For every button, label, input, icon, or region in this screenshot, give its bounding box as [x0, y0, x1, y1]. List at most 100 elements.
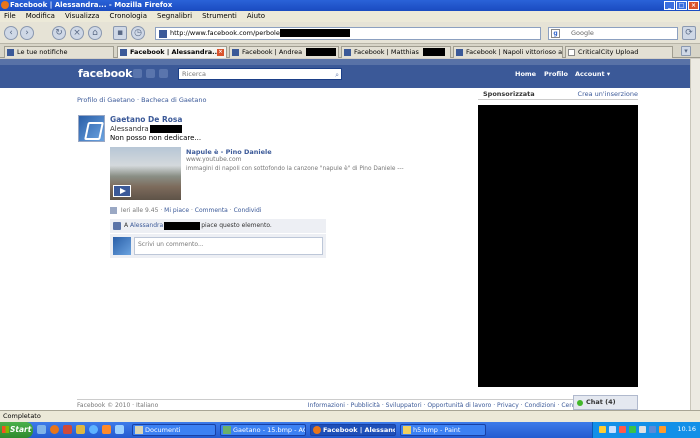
tray-icon[interactable]	[629, 426, 636, 433]
video-thumbnail[interactable]	[110, 147, 181, 200]
folder-icon	[135, 426, 143, 434]
tab-matthias[interactable]: Facebook | Matthias	[341, 46, 451, 58]
menu-segnalibri[interactable]: Segnalibri	[157, 11, 192, 22]
post-message: Non posso non dedicare...	[110, 134, 202, 142]
all-tabs-icon[interactable]: ▾	[681, 46, 691, 56]
bookmark-icon[interactable]: ▪	[113, 26, 127, 40]
footer-copyright[interactable]: Facebook © 2010 · Italiano	[77, 402, 158, 409]
comment-link[interactable]: Commenta	[195, 207, 228, 214]
quicklaunch-media-icon[interactable]	[115, 425, 124, 434]
video-source[interactable]: www.youtube.com	[186, 156, 241, 163]
nav-account[interactable]: Account ▾	[575, 70, 610, 78]
windows-taskbar: Start Documenti Gaetano - 15.bmp - ACD..…	[0, 422, 700, 438]
author-avatar[interactable]	[78, 115, 105, 142]
tray-icon[interactable]	[609, 426, 616, 433]
windows-logo-icon	[2, 426, 9, 433]
maximize-button[interactable]: □	[676, 1, 687, 10]
tab-notifications[interactable]: Le tue notifiche	[4, 46, 114, 58]
tab-alessandra[interactable]: Facebook | Alessandra... ×	[117, 46, 227, 58]
close-tab-icon[interactable]: ×	[217, 49, 224, 56]
tab-napoli[interactable]: Facebook | Napoli vittorioso a...	[453, 46, 563, 58]
addon-icon[interactable]: ⟳	[682, 26, 696, 40]
nav-profile[interactable]: Profilo	[544, 70, 568, 78]
comment-placeholder: Scrivi un commento...	[138, 241, 204, 248]
liker-name[interactable]: Alessandra	[130, 222, 163, 229]
post-author[interactable]: Gaetano De Rosa	[110, 115, 182, 124]
comment-row: Scrivi un commento...	[110, 234, 326, 258]
video-title[interactable]: Napule è - Pino Daniele	[186, 148, 272, 156]
post-target: Alessandra	[110, 125, 182, 133]
nav-home[interactable]: Home	[515, 70, 536, 78]
quicklaunch-app-icon[interactable]	[63, 425, 72, 434]
target-name[interactable]: Alessandra	[110, 125, 149, 133]
post-meta: Ieri alle 9.45 · Mi piace · Commenta · C…	[110, 207, 261, 214]
url-bar[interactable]: http://www.facebook.com/perbole	[155, 27, 541, 40]
tray-icon[interactable]	[599, 426, 606, 433]
task-paint[interactable]: h5.bmp - Paint	[400, 424, 486, 436]
quicklaunch-firefox-icon[interactable]	[50, 425, 59, 434]
share-link[interactable]: Condividi	[234, 207, 262, 214]
friend-requests-icon[interactable]	[133, 69, 142, 78]
start-button[interactable]: Start	[0, 422, 33, 438]
network-icon[interactable]	[649, 426, 656, 433]
sponsored-title: Sponsorizzata	[483, 90, 535, 98]
forward-icon[interactable]: ›	[20, 26, 34, 40]
chat-button[interactable]: Chat (4)	[573, 395, 638, 410]
create-ad-link[interactable]: Crea un'inserzione	[578, 90, 638, 98]
post-time[interactable]: Ieri alle 9.45	[121, 207, 158, 214]
like-prefix: A	[124, 222, 129, 229]
close-window-button[interactable]: ×	[688, 1, 699, 10]
comment-input[interactable]: Scrivi un commento...	[134, 237, 323, 255]
tab-andrea[interactable]: Facebook | Andrea	[229, 46, 339, 58]
image-viewer-icon	[223, 426, 231, 434]
page-favicon	[568, 49, 575, 56]
notifications-icon[interactable]	[159, 69, 168, 78]
menu-file[interactable]: File	[4, 11, 16, 22]
clock[interactable]: 10.16	[677, 425, 696, 433]
reload-icon[interactable]: ↻	[52, 26, 66, 40]
window-titlebar: Facebook | Alessandra... - Mozilla Firef…	[0, 0, 700, 11]
footer-links[interactable]: Informazioni · Pubblicità · Sviluppatori…	[308, 402, 573, 409]
quicklaunch-desktop-icon[interactable]	[37, 425, 46, 434]
menu-visualizza[interactable]: Visualizza	[65, 11, 99, 22]
menu-cronologia[interactable]: Cronologia	[109, 11, 147, 22]
menu-aiuto[interactable]: Aiuto	[247, 11, 265, 22]
play-icon[interactable]	[113, 185, 131, 197]
tab-label: Facebook | Alessandra...	[130, 48, 220, 56]
tab-criticalcity[interactable]: CriticalCity Upload	[565, 46, 673, 58]
stop-icon[interactable]: ×	[70, 26, 84, 40]
menu-modifica[interactable]: Modifica	[26, 11, 55, 22]
sponsored-header: Sponsorizzata Crea un'inserzione	[478, 90, 638, 100]
facebook-favicon	[456, 49, 463, 56]
home-icon[interactable]: ⌂	[88, 26, 102, 40]
tray-icon[interactable]	[619, 426, 626, 433]
history-icon[interactable]: ◷	[131, 26, 145, 40]
minimize-button[interactable]: _	[664, 1, 675, 10]
facebook-logo[interactable]: facebook	[78, 67, 132, 80]
task-acdsee[interactable]: Gaetano - 15.bmp - ACD...	[220, 424, 306, 436]
like-link[interactable]: Mi piace	[164, 207, 189, 214]
facebook-search-input[interactable]: Ricerca ⌕	[178, 68, 342, 80]
search-icon[interactable]: ⌕	[335, 70, 339, 80]
redaction	[279, 29, 350, 37]
video-type-icon	[110, 207, 117, 214]
facebook-favicon	[120, 49, 127, 56]
vertical-scrollbar[interactable]	[690, 59, 700, 410]
quicklaunch-vlc-icon[interactable]	[102, 425, 111, 434]
back-icon[interactable]: ‹	[4, 26, 18, 40]
firefox-icon	[313, 426, 321, 434]
online-status-icon	[577, 400, 583, 406]
volume-icon[interactable]	[639, 426, 646, 433]
messages-icon[interactable]	[146, 69, 155, 78]
tray-icon[interactable]	[659, 426, 666, 433]
task-firefox[interactable]: Facebook | Alessandr...	[310, 424, 396, 436]
quicklaunch-folder-icon[interactable]	[76, 425, 85, 434]
breadcrumb[interactable]: Profilo di Gaetano · Bacheca di Gaetano	[77, 96, 207, 104]
search-input[interactable]: g Google	[548, 27, 678, 40]
quicklaunch-ie-icon[interactable]	[89, 425, 98, 434]
redaction	[149, 125, 182, 133]
task-documenti[interactable]: Documenti	[132, 424, 216, 436]
like-suffix: piace questo elemento.	[201, 222, 272, 229]
menu-strumenti[interactable]: Strumenti	[202, 11, 237, 22]
commenter-avatar	[113, 237, 131, 255]
